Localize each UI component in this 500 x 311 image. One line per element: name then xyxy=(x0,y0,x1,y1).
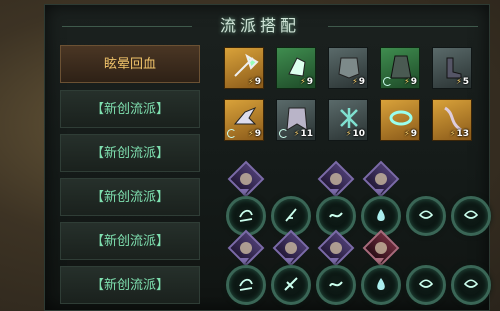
armor-icon xyxy=(338,57,360,79)
cloak-equipment-slot[interactable]: ⚡11 xyxy=(276,99,316,141)
portrait-pointer xyxy=(284,258,294,265)
portrait-pointer xyxy=(329,258,339,265)
build-slot-4[interactable]: 【新创流派】 xyxy=(60,178,200,216)
skill-slot[interactable] xyxy=(361,265,401,305)
item-level: ⚡9 xyxy=(300,77,313,87)
page-title: 流派搭配 xyxy=(219,16,300,35)
build-slot-2[interactable]: 【新创流派】 xyxy=(60,90,200,128)
item-level-value: 9 xyxy=(254,129,261,139)
item-level-value: 5 xyxy=(462,77,469,87)
skill-slot[interactable] xyxy=(316,265,356,305)
portrait-pointer xyxy=(374,189,384,196)
cycle-icon xyxy=(279,129,288,138)
item-level-value: 13 xyxy=(456,129,469,139)
item-level: ⚡13 xyxy=(450,129,469,139)
skill-slash-icon xyxy=(284,277,298,291)
bolt-icon: ⚡ xyxy=(300,77,306,86)
build-slot-1[interactable]: 眩晕回血 xyxy=(60,45,200,83)
bolt-icon: ⚡ xyxy=(404,129,410,138)
skill-drop-icon xyxy=(377,278,385,290)
item-level: ⚡9 xyxy=(248,129,261,139)
robe-equipment-slot[interactable]: ⚡9 xyxy=(380,47,420,89)
item-level-value: 10 xyxy=(352,129,365,139)
item-level: ⚡10 xyxy=(346,129,365,139)
claw-icon xyxy=(233,106,257,125)
skill-wave-icon xyxy=(329,212,343,218)
item-level: ⚡9 xyxy=(404,77,417,87)
item-level-value: 9 xyxy=(410,77,417,87)
bolt-icon: ⚡ xyxy=(352,77,358,86)
title-divider-left xyxy=(62,26,192,27)
skill-slot[interactable] xyxy=(406,265,446,305)
cycle-icon xyxy=(227,129,236,138)
bolt-icon: ⚡ xyxy=(449,129,456,138)
portrait-face xyxy=(375,173,387,185)
axe-equipment-slot[interactable]: ⚡9 xyxy=(224,47,264,89)
chain-icon xyxy=(444,106,462,132)
skill-slot[interactable] xyxy=(406,196,446,236)
skill-slot[interactable] xyxy=(451,196,491,236)
portrait-pointer xyxy=(239,189,249,196)
chain-equipment-slot[interactable]: ⚡13 xyxy=(432,99,472,141)
bolt-icon: ⚡ xyxy=(345,129,352,138)
portrait-pointer xyxy=(374,258,384,265)
build-slot-5[interactable]: 【新创流派】 xyxy=(60,222,200,260)
item-level: ⚡9 xyxy=(248,77,261,87)
bolt-icon: ⚡ xyxy=(293,129,300,138)
skill-drop-icon xyxy=(377,209,385,221)
portrait-pointer xyxy=(329,189,339,196)
rune-equipment-slot[interactable]: ⚡10 xyxy=(328,99,368,141)
skill-eye-icon xyxy=(418,279,434,288)
ring-equipment-slot[interactable]: ⚡9 xyxy=(380,99,420,141)
bolt-icon: ⚡ xyxy=(404,77,410,86)
item-level-value: 9 xyxy=(410,129,417,139)
boots-equipment-slot[interactable]: ⚡5 xyxy=(432,47,472,89)
item-level: ⚡9 xyxy=(404,129,417,139)
skill-slot[interactable] xyxy=(451,265,491,305)
claw-equipment-slot[interactable]: ⚡9 xyxy=(224,99,264,141)
armor-equipment-slot[interactable]: ⚡9 xyxy=(328,47,368,89)
skill-wave-icon xyxy=(329,281,343,287)
portrait-face xyxy=(240,242,252,254)
skill-eye-icon xyxy=(463,210,479,219)
title-divider-right xyxy=(328,26,478,27)
item-level-value: 9 xyxy=(358,77,365,87)
bolt-icon: ⚡ xyxy=(248,129,254,138)
skill-eye-icon xyxy=(418,210,434,219)
skill-feather-icon xyxy=(285,208,297,222)
portrait-face xyxy=(375,242,387,254)
portrait-face xyxy=(285,242,297,254)
bolt-icon: ⚡ xyxy=(248,77,254,86)
rune-icon xyxy=(340,108,358,128)
portrait-face xyxy=(330,173,342,185)
item-level: ⚡11 xyxy=(294,129,313,139)
cloak-icon xyxy=(286,107,308,131)
skill-eye-icon xyxy=(463,279,479,288)
bolt-icon: ⚡ xyxy=(456,77,462,86)
item-level: ⚡5 xyxy=(456,77,469,87)
ring-icon xyxy=(389,110,413,126)
item-level-value: 9 xyxy=(254,77,261,87)
build-slot-6[interactable]: 【新创流派】 xyxy=(60,266,200,304)
gauntlet-icon xyxy=(288,57,306,77)
skill-slot[interactable] xyxy=(271,265,311,305)
item-level: ⚡9 xyxy=(352,77,365,87)
skill-slot[interactable] xyxy=(226,265,266,305)
skill-wind-icon xyxy=(239,209,253,222)
portrait-pointer xyxy=(239,258,249,265)
item-level-value: 11 xyxy=(300,129,313,139)
cycle-icon xyxy=(383,77,392,86)
skill-wind-icon xyxy=(239,278,253,291)
portrait-face xyxy=(240,173,252,185)
gauntlet-equipment-slot[interactable]: ⚡9 xyxy=(276,47,316,89)
axe-icon xyxy=(234,53,259,77)
build-slot-3[interactable]: 【新创流派】 xyxy=(60,134,200,172)
robe-icon xyxy=(390,55,412,79)
boots-icon xyxy=(446,57,462,79)
portrait-face xyxy=(330,242,342,254)
item-level-value: 9 xyxy=(306,77,313,87)
